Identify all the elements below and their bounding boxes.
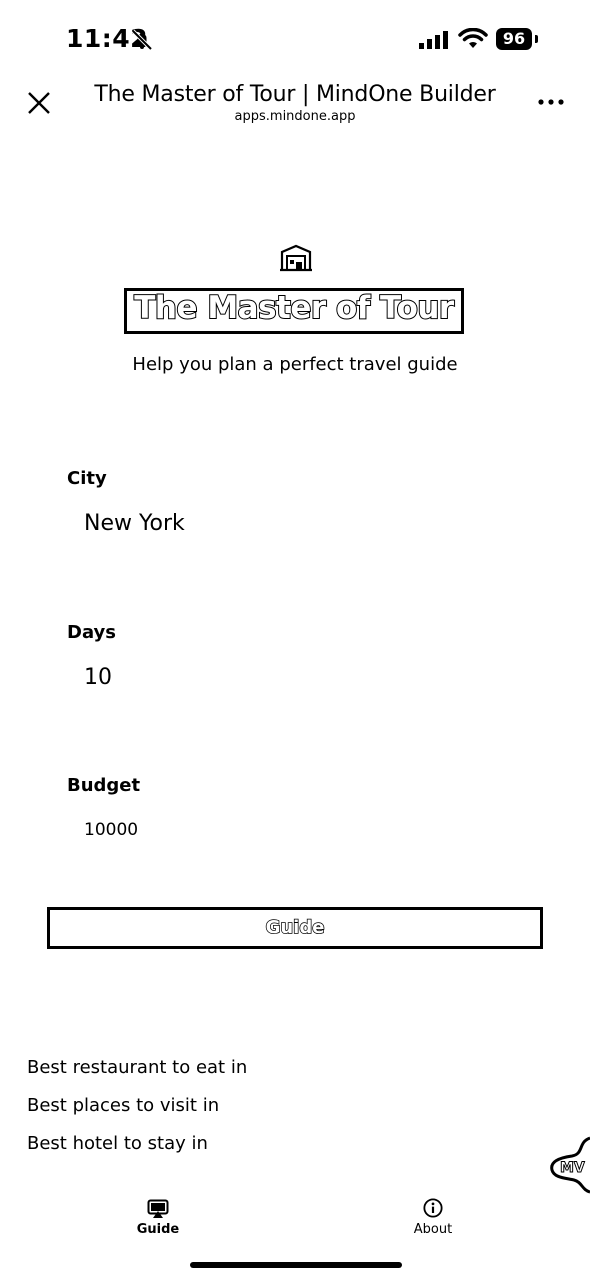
floating-assistant-icon[interactable]: MV: [548, 1136, 590, 1194]
building-icon: [280, 244, 312, 272]
battery-tip: [535, 35, 538, 43]
suggestion-hotel[interactable]: Best hotel to stay in: [27, 1133, 208, 1154]
suggestion-restaurant[interactable]: Best restaurant to eat in: [27, 1057, 247, 1078]
more-icon[interactable]: [536, 96, 566, 108]
wifi-icon: [458, 28, 488, 48]
svg-text:MV: MV: [560, 1160, 585, 1176]
days-label: Days: [67, 622, 116, 643]
app-tagline: Help you plan a perfect travel guide: [132, 354, 458, 375]
nav-about-label[interactable]: About: [393, 1222, 473, 1237]
page-url: apps.mindone.app: [234, 109, 356, 124]
app-title: The Master of Tour: [133, 289, 455, 327]
suggestion-places[interactable]: Best places to visit in: [27, 1095, 219, 1116]
airplay-icon[interactable]: [147, 1199, 169, 1219]
page-title: The Master of Tour | MindOne Builder: [94, 82, 496, 107]
close-icon[interactable]: [26, 90, 52, 116]
days-input[interactable]: [84, 662, 484, 692]
budget-label: Budget: [67, 775, 141, 796]
bell-slash-icon: [131, 29, 153, 51]
home-indicator[interactable]: [190, 1262, 402, 1268]
nav-guide-label[interactable]: Guide: [118, 1222, 198, 1237]
cellular-signal-icon: [419, 31, 448, 49]
city-label: City: [67, 468, 107, 489]
city-input[interactable]: [84, 508, 484, 538]
battery-icon: 96: [496, 28, 532, 50]
budget-input[interactable]: [84, 818, 484, 842]
info-icon[interactable]: [422, 1198, 444, 1218]
guide-button[interactable]: Guide: [47, 907, 543, 949]
